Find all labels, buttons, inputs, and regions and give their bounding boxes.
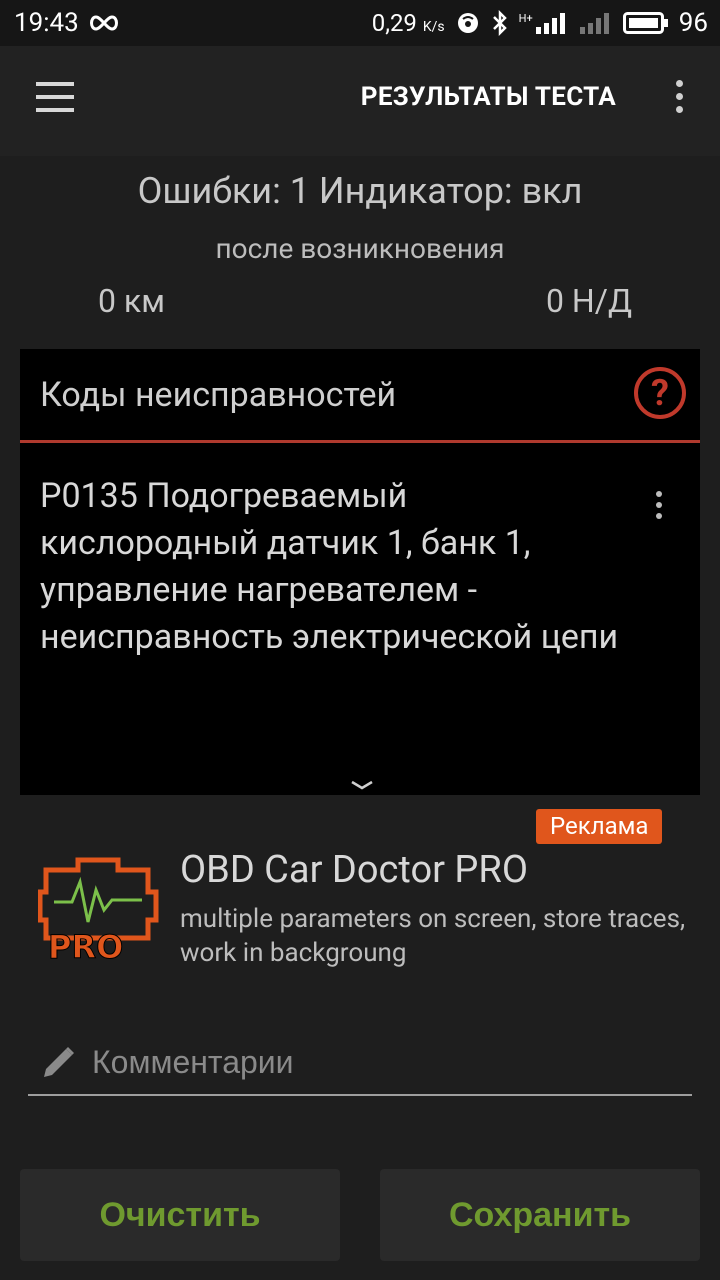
trouble-codes-title: Коды неисправностей — [40, 374, 397, 415]
comment-field[interactable] — [28, 1030, 692, 1096]
hamburger-menu-icon[interactable] — [36, 82, 76, 116]
status-right: 0,29 K/s H+ 96 — [372, 8, 708, 38]
obd-pro-logo-icon[interactable]: PRO — [38, 850, 162, 962]
dot — [675, 93, 683, 100]
bluetooth-icon — [492, 10, 507, 36]
logo-text: PRO — [48, 928, 123, 962]
net-speed-value: 0,29 — [371, 9, 417, 37]
status-left: 19:43 — [14, 8, 121, 38]
ad-badge: Реклама — [536, 809, 663, 844]
dot — [675, 106, 683, 113]
menu-line — [36, 82, 74, 86]
battery-icon — [622, 12, 668, 34]
dot — [675, 80, 683, 87]
network-type-label: H+ — [518, 12, 533, 25]
menu-line — [36, 108, 74, 112]
dot — [656, 513, 662, 519]
ad-title[interactable]: OBD Car Doctor PRO — [180, 848, 528, 892]
since-occurrence-label: после возникновения — [215, 232, 505, 265]
status-time: 19:43 — [14, 8, 79, 38]
trouble-codes-header: Коды неисправностей ? — [20, 349, 700, 443]
item-more-icon[interactable] — [654, 491, 664, 531]
menu-line — [36, 95, 74, 99]
battery-level: 96 — [678, 8, 708, 38]
signal-icon — [535, 13, 565, 34]
page-title: РЕЗУЛЬТАТЫ ТЕСТА — [360, 82, 616, 112]
clear-button[interactable]: Очистить — [20, 1169, 340, 1261]
overflow-menu-icon[interactable] — [674, 80, 684, 120]
status-bar: 19:43 0,29 K/s H+ 96 — [0, 0, 720, 46]
wifi-call-icon — [457, 13, 478, 33]
errors-indicator-summary: Ошибки: 1 Индикатор: вкл — [137, 170, 583, 212]
distance-value: 0 км — [98, 282, 165, 320]
comment-input[interactable] — [92, 1043, 652, 1081]
dot — [656, 502, 662, 508]
net-speed: 0,29 K/s — [372, 9, 445, 37]
save-button[interactable]: Сохранить — [380, 1169, 700, 1261]
trouble-code-text: P0135 Подогреваемый кислородный датчик 1… — [40, 476, 619, 657]
chevron-down-icon[interactable] — [350, 779, 374, 791]
trouble-code-item[interactable]: P0135 Подогреваемый кислородный датчик 1… — [20, 443, 700, 661]
trouble-codes-card: Коды неисправностей ? P0135 Подогреваемы… — [20, 349, 700, 795]
dot — [656, 491, 662, 497]
infinity-icon — [89, 15, 118, 31]
time-value: 0 Н/Д — [545, 282, 632, 320]
pencil-icon — [44, 1047, 74, 1077]
app-bar: РЕЗУЛЬТАТЫ ТЕСТА — [0, 46, 720, 156]
help-icon[interactable]: ? — [634, 367, 686, 419]
net-speed-unit: K/s — [422, 19, 445, 35]
signal-weak-icon — [579, 13, 609, 34]
ad-description: multiple parameters on screen, store tra… — [180, 904, 686, 968]
